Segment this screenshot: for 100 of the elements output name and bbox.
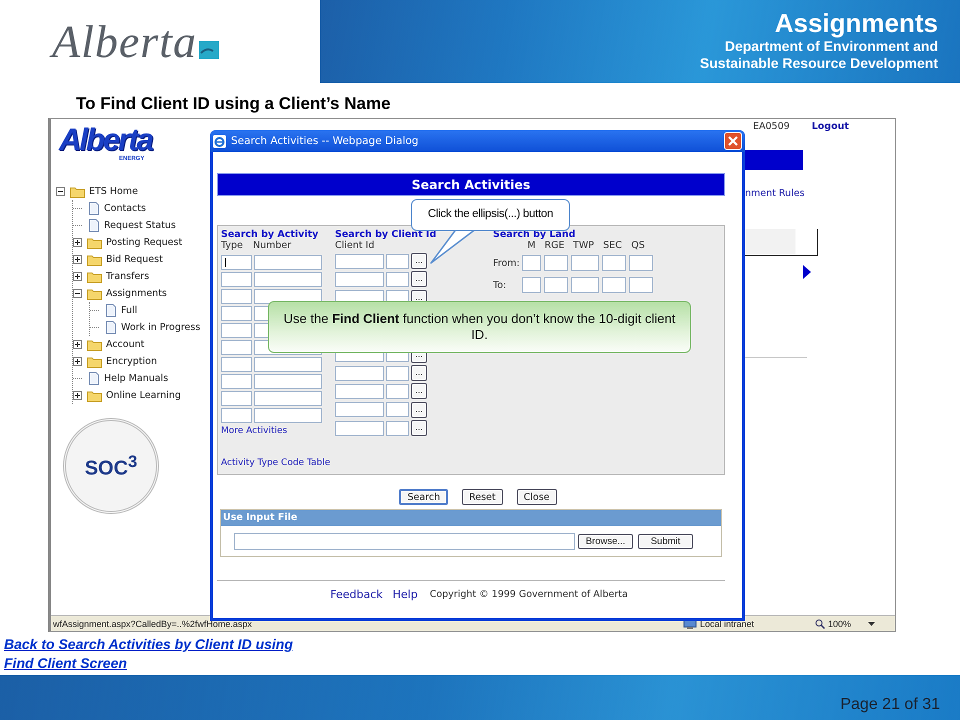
status-url: wfAssignment.aspx?CalledBy=..%2fwfHome.aspx <box>53 618 253 628</box>
field-label: To: <box>493 280 508 290</box>
collapse-icon[interactable] <box>73 289 82 298</box>
banner-title: Assignments <box>774 8 938 38</box>
input-field[interactable] <box>335 420 384 436</box>
input-field[interactable] <box>335 254 384 268</box>
input-field[interactable] <box>254 272 322 287</box>
folder-icon <box>70 186 85 198</box>
input-field[interactable] <box>221 408 252 423</box>
caret-icon <box>868 622 876 626</box>
input-field[interactable] <box>335 272 384 287</box>
input-field[interactable] <box>386 254 409 268</box>
input-field[interactable] <box>254 374 322 389</box>
banner-subtitle: Sustainable Resource Development <box>700 55 938 72</box>
folder-icon <box>87 288 102 300</box>
input-field[interactable] <box>544 255 568 271</box>
more-activities-link[interactable]: More Activities <box>221 426 335 436</box>
input-field[interactable] <box>602 277 626 293</box>
section-title: Search by Land <box>493 229 576 240</box>
ellipsis-button[interactable]: ... <box>411 383 427 400</box>
back-link[interactable]: Back to Search Activities by Client ID using <box>4 635 293 654</box>
input-field[interactable] <box>386 366 409 381</box>
dialog-title: Search Activities -- Webpage Dialog <box>231 135 420 147</box>
input-field[interactable] <box>386 272 409 287</box>
expand-icon[interactable] <box>73 238 82 247</box>
zoom-level[interactable]: 100% <box>828 618 852 628</box>
input-field[interactable] <box>386 420 409 436</box>
footer-link[interactable]: Help <box>392 588 418 601</box>
nav-link[interactable]: Account <box>106 339 144 350</box>
input-field[interactable] <box>221 357 252 372</box>
nav-link[interactable]: Work in Progress <box>121 322 200 333</box>
input-field[interactable] <box>602 255 626 271</box>
input-field[interactable] <box>254 255 322 270</box>
dialog-button[interactable]: Close <box>516 489 557 505</box>
footer-link[interactable]: Feedback <box>330 588 383 601</box>
input-field[interactable] <box>254 391 322 406</box>
input-field[interactable] <box>571 277 599 293</box>
page-icon <box>87 219 100 232</box>
nav-link[interactable]: Assignments <box>106 288 167 299</box>
ellipsis-button[interactable]: ... <box>411 402 427 418</box>
ellipsis-button[interactable]: ... <box>411 365 427 382</box>
nav-link[interactable]: Bid Request <box>106 254 163 265</box>
logout-link[interactable]: Logout <box>812 121 849 132</box>
ellipsis-button[interactable]: ... <box>411 420 427 436</box>
slide-heading: To Find Client ID using a Client’s Name <box>76 94 392 115</box>
column-label: SEC <box>602 240 623 252</box>
back-link[interactable]: Find Client Screen <box>4 654 293 673</box>
expand-icon[interactable] <box>73 272 82 281</box>
ellipsis-button[interactable]: ... <box>411 253 427 269</box>
input-field[interactable] <box>335 402 384 418</box>
brand-logo: Alberta <box>59 125 152 155</box>
nav-link[interactable]: Request Status <box>104 220 176 231</box>
column-label: RGE <box>544 240 566 252</box>
input-field[interactable] <box>629 255 653 271</box>
input-field[interactable] <box>629 277 653 293</box>
close-button[interactable] <box>724 132 742 150</box>
nav-link[interactable]: ETS Home <box>89 186 138 197</box>
input-field[interactable] <box>544 277 568 293</box>
input-field[interactable] <box>522 255 541 271</box>
input-field[interactable] <box>221 306 252 321</box>
section-header: Search Activities <box>217 173 725 196</box>
nav-link[interactable]: Posting Request <box>106 237 182 248</box>
input-field[interactable] <box>571 255 599 271</box>
file-button[interactable]: Browse... <box>578 534 633 548</box>
file-path-field[interactable] <box>234 532 575 550</box>
input-field[interactable] <box>254 408 322 423</box>
code-table-link[interactable]: Activity Type Code Table <box>221 458 721 468</box>
nav-link[interactable]: Help Manuals <box>104 373 168 384</box>
input-field[interactable] <box>522 277 541 293</box>
nav-link[interactable]: Online Learning <box>106 390 181 401</box>
input-field[interactable] <box>221 255 252 270</box>
input-field[interactable] <box>221 374 252 389</box>
folder-icon <box>87 390 102 402</box>
ellipsis-button[interactable]: ... <box>411 271 427 288</box>
dialog-button[interactable]: Reset <box>462 489 503 505</box>
input-field[interactable] <box>221 340 252 355</box>
rules-link[interactable]: nment Rules <box>745 188 805 199</box>
input-field[interactable] <box>254 357 322 372</box>
hint-tooltip: Click the ellipsis(...) button <box>411 199 570 231</box>
nav-link[interactable]: Full <box>121 305 138 316</box>
input-field[interactable] <box>221 391 252 406</box>
input-field[interactable] <box>335 384 384 399</box>
nav-link[interactable]: Contacts <box>104 203 146 214</box>
input-field[interactable] <box>386 384 409 399</box>
nav-link[interactable]: Encryption <box>106 356 158 367</box>
input-field[interactable] <box>386 402 409 418</box>
expand-icon[interactable] <box>73 255 82 264</box>
input-field[interactable] <box>335 366 384 381</box>
input-field[interactable] <box>221 289 252 304</box>
dialog-button[interactable]: Search <box>399 489 448 505</box>
file-button[interactable]: Submit <box>638 534 693 548</box>
nav-link[interactable]: Transfers <box>106 271 150 282</box>
column-label: QS <box>630 240 646 252</box>
expand-icon[interactable] <box>73 391 82 400</box>
input-field[interactable] <box>221 272 252 287</box>
input-field[interactable] <box>221 323 252 338</box>
collapse-icon[interactable] <box>56 187 65 196</box>
field-label: From: <box>493 258 519 268</box>
expand-icon[interactable] <box>73 340 82 349</box>
expand-icon[interactable] <box>73 357 82 366</box>
